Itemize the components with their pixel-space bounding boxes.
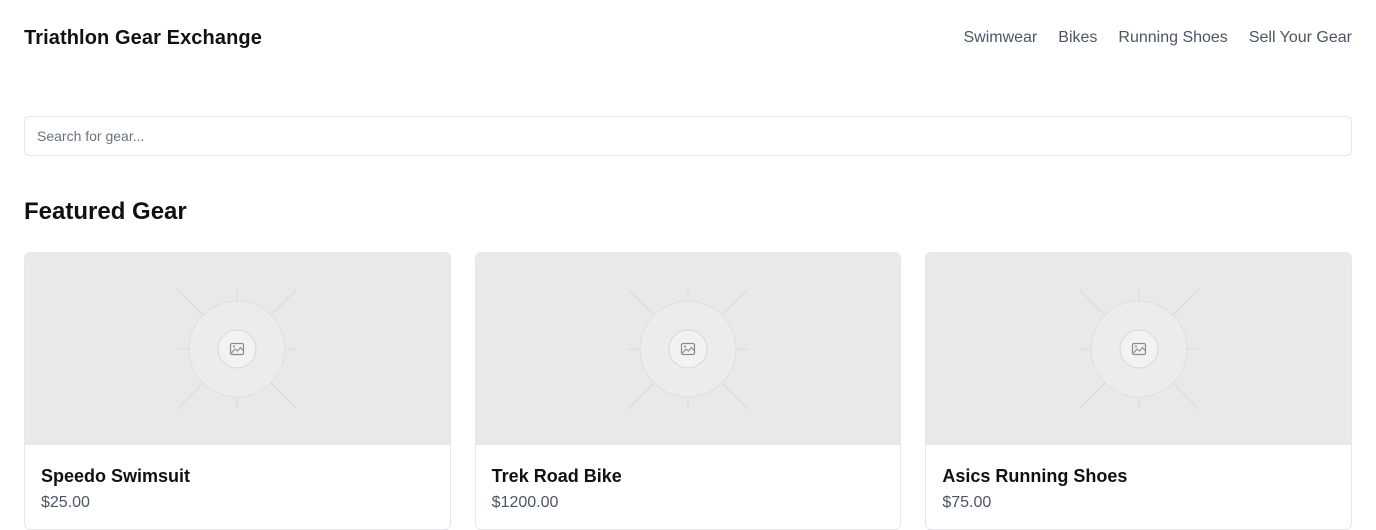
product-price: $75.00 bbox=[942, 494, 992, 511]
main-nav: Swimwear Bikes Running Shoes Sell Your G… bbox=[963, 29, 1352, 47]
nav-link-swimwear[interactable]: Swimwear bbox=[963, 29, 1037, 47]
site-header: Triathlon Gear Exchange Swimwear Bikes R… bbox=[24, 22, 1352, 54]
product-image bbox=[475, 253, 901, 445]
nav-link-sell-your-gear[interactable]: Sell Your Gear bbox=[1249, 29, 1352, 47]
search-input[interactable] bbox=[24, 116, 1352, 156]
product-image bbox=[926, 253, 1352, 445]
product-image bbox=[25, 253, 450, 445]
nav-link-bikes[interactable]: Bikes bbox=[1058, 29, 1097, 47]
product-info: Speedo Swimsuit $25.00 bbox=[25, 445, 450, 514]
image-placeholder-icon bbox=[176, 288, 298, 410]
product-info: Asics Running Shoes $75.00 bbox=[926, 445, 1351, 514]
product-info: Trek Road Bike $1200.00 bbox=[476, 445, 901, 514]
product-name: Trek Road Bike bbox=[491, 466, 622, 486]
product-price: $25.00 bbox=[41, 494, 90, 511]
image-placeholder-icon bbox=[1078, 288, 1200, 410]
nav-link-running-shoes[interactable]: Running Shoes bbox=[1118, 29, 1227, 47]
featured-gear-grid: Speedo Swimsuit $25.00 Trek Road Bike $1… bbox=[24, 252, 1353, 530]
product-card[interactable]: Speedo Swimsuit $25.00 bbox=[24, 252, 451, 530]
featured-gear-title: Featured Gear bbox=[24, 198, 187, 225]
site-brand[interactable]: Triathlon Gear Exchange bbox=[24, 27, 262, 50]
product-name: Speedo Swimsuit bbox=[41, 466, 191, 486]
product-name: Asics Running Shoes bbox=[942, 466, 1128, 486]
product-price: $1200.00 bbox=[491, 494, 559, 511]
image-placeholder-icon bbox=[627, 288, 749, 410]
product-card[interactable]: Asics Running Shoes $75.00 bbox=[925, 252, 1353, 530]
product-card[interactable]: Trek Road Bike $1200.00 bbox=[474, 252, 902, 530]
